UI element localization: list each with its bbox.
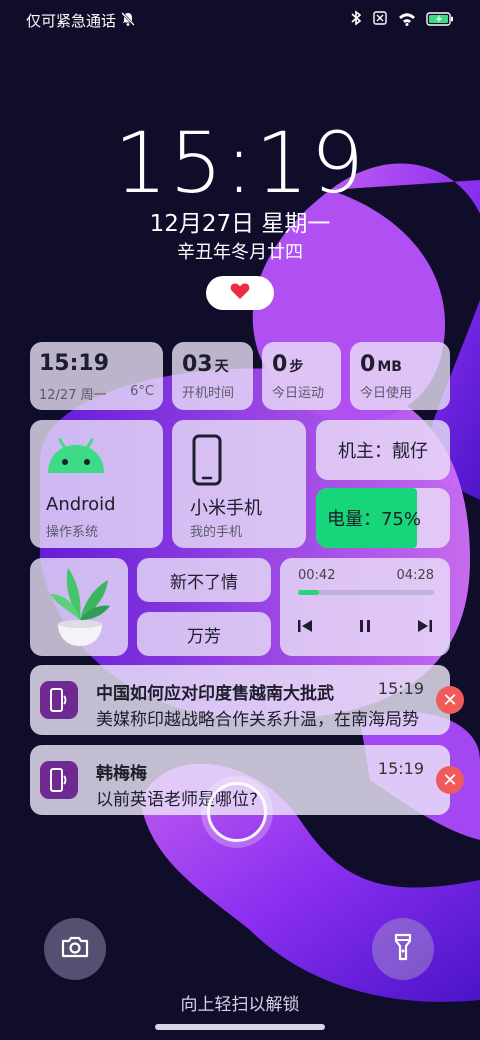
device-name: 小米手机 xyxy=(190,498,262,519)
data-usage-value: 0 xyxy=(360,352,376,377)
close-icon: ✕ xyxy=(442,689,458,711)
clock-widget[interactable]: 15:19 12/27 周一 6°C xyxy=(30,342,163,410)
battery-charging-icon xyxy=(426,11,454,30)
dismiss-notification-button[interactable]: ✕ xyxy=(436,686,464,714)
plant-widget[interactable] xyxy=(30,558,128,656)
steps-widget[interactable]: 0步 今日运动 xyxy=(262,342,341,410)
uptime-widget[interactable]: 03 天 开机时间 xyxy=(172,342,253,410)
status-bar: 仅可紧急通话 xyxy=(0,0,480,40)
music-elapsed: 00:42 xyxy=(298,568,336,583)
bluetooth-icon xyxy=(350,10,362,30)
owner-text: 机主：靓仔 xyxy=(338,441,428,462)
lock-clock: 15:19 xyxy=(113,114,367,212)
next-track-icon[interactable] xyxy=(416,618,434,638)
android-widget[interactable]: Android 操作系统 xyxy=(30,420,163,548)
steps-unit: 步 xyxy=(289,359,304,375)
unlock-hint: 向上轻扫以解锁 xyxy=(180,995,300,1015)
favorite-button[interactable] xyxy=(206,276,274,310)
device-label: 我的手机 xyxy=(190,525,243,540)
notification-news[interactable]: 中国如何应对印度售越南大批武 15:19 美媒称印越战略合作关系升温，在南海局势 xyxy=(30,665,450,735)
music-progress-fill xyxy=(298,590,320,595)
battery-widget[interactable]: 电量：75% xyxy=(316,488,450,548)
heart-icon xyxy=(230,282,250,304)
artist-chip[interactable]: 万芳 xyxy=(137,612,271,656)
app-icon xyxy=(40,681,78,719)
music-player-widget[interactable]: 00:42 04:28 xyxy=(280,558,450,656)
flashlight-icon xyxy=(393,932,413,966)
widget-date: 12/27 周一 xyxy=(39,388,107,403)
notification-title: 韩梅梅 xyxy=(96,764,147,784)
camera-shortcut-button[interactable] xyxy=(44,918,106,980)
close-icon: ✕ xyxy=(442,769,458,791)
song-title-chip[interactable]: 新不了情 xyxy=(137,558,271,602)
notification-time: 15:19 xyxy=(377,759,424,778)
song-title: 新不了情 xyxy=(170,572,238,593)
uptime-label: 开机时间 xyxy=(182,386,235,401)
artist-name: 万芳 xyxy=(187,626,221,647)
plant-icon xyxy=(48,564,112,656)
notification-title: 中国如何应对印度售越南大批武 xyxy=(96,684,334,704)
steps-value: 0 xyxy=(272,352,288,377)
music-total: 04:28 xyxy=(396,568,434,583)
app-icon xyxy=(40,761,78,799)
bell-off-icon xyxy=(120,11,136,31)
notification-time: 15:19 xyxy=(377,679,424,698)
touch-indicator xyxy=(207,782,267,842)
android-logo-icon xyxy=(46,438,106,478)
phone-icon xyxy=(192,434,222,490)
uptime-unit: 天 xyxy=(214,359,229,375)
home-indicator[interactable] xyxy=(155,1024,325,1030)
camera-icon xyxy=(60,935,90,963)
data-usage-unit: MB xyxy=(377,359,402,375)
wifi-icon xyxy=(398,11,416,30)
dismiss-notification-button[interactable]: ✕ xyxy=(436,766,464,794)
owner-widget[interactable]: 机主：靓仔 xyxy=(316,420,450,480)
flashlight-shortcut-button[interactable] xyxy=(372,918,434,980)
music-progress-track[interactable] xyxy=(298,590,434,595)
pause-icon[interactable] xyxy=(356,618,374,638)
notification-body: 美媒称印越战略合作关系升温，在南海局势 xyxy=(96,710,419,730)
emergency-calls-text: 仅可紧急通话 xyxy=(26,12,117,30)
widget-temp: 6°C xyxy=(130,384,154,399)
data-usage-widget[interactable]: 0 MB 今日使用 xyxy=(350,342,450,410)
previous-track-icon[interactable] xyxy=(296,618,314,638)
os-label: 操作系统 xyxy=(46,525,99,540)
battery-text: 电量：75% xyxy=(326,509,421,530)
lunar-date: 辛丑年冬月廿四 xyxy=(177,242,303,263)
no-sim-icon xyxy=(372,10,388,30)
uptime-value: 03 xyxy=(182,352,213,377)
lock-date: 12月27日 星期一 xyxy=(149,211,331,237)
os-name: Android xyxy=(46,494,116,515)
data-usage-label: 今日使用 xyxy=(360,386,413,401)
device-widget[interactable]: 小米手机 我的手机 xyxy=(172,420,306,548)
widget-time: 15:19 xyxy=(39,351,110,376)
steps-label: 今日运动 xyxy=(272,386,325,401)
